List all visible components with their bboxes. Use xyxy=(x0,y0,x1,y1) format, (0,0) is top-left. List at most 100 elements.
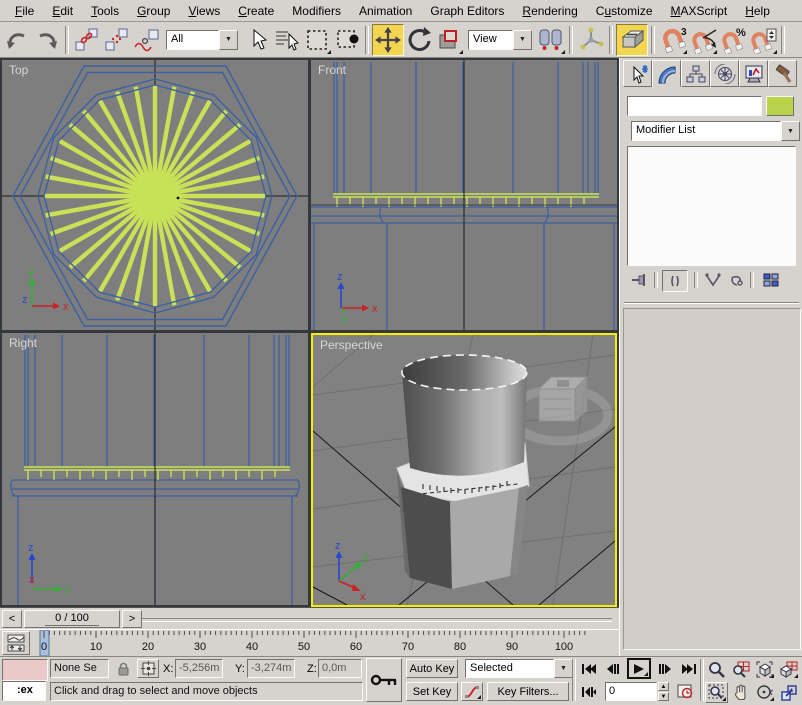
select-and-manipulate-button[interactable] xyxy=(576,25,606,55)
remove-modifier-button[interactable] xyxy=(726,270,748,290)
menu-group[interactable]: Group xyxy=(128,1,179,21)
use-pivot-center-button[interactable] xyxy=(536,25,566,55)
viewport-label-front[interactable]: Front xyxy=(318,63,346,77)
undo-button[interactable] xyxy=(2,25,32,55)
absolute-mode-transform-button[interactable] xyxy=(137,659,159,678)
menu-file[interactable]: File xyxy=(6,1,43,21)
snaps-toggle-3d-button[interactable]: 3 xyxy=(658,25,688,55)
key-filters-button[interactable]: Key Filters... xyxy=(487,682,569,701)
selection-set-dropdown[interactable]: Selected ▼ xyxy=(465,659,573,678)
time-next-frame-button[interactable]: > xyxy=(122,610,142,628)
bind-to-spacewarp-button[interactable] xyxy=(132,25,162,55)
show-end-result-button[interactable] xyxy=(662,270,688,292)
viewport-right[interactable]: z y x Right xyxy=(2,333,308,605)
selection-lock-toggle[interactable] xyxy=(113,659,133,678)
y-coord-field[interactable]: -3,274m xyxy=(247,659,295,678)
configure-modifier-sets-button[interactable] xyxy=(760,270,782,290)
selection-filter-arrow[interactable]: ▼ xyxy=(219,30,238,50)
tab-display[interactable] xyxy=(739,60,768,87)
spinner-up-icon[interactable]: ▲ xyxy=(658,682,669,691)
arc-rotate-button[interactable] xyxy=(753,682,776,703)
menu-rendering[interactable]: Rendering xyxy=(513,1,586,21)
zoom-extents-button[interactable] xyxy=(753,659,776,680)
menu-maxscript[interactable]: MAXScript xyxy=(662,1,737,21)
menu-edit[interactable]: Edit xyxy=(43,1,82,21)
pan-button[interactable] xyxy=(729,682,752,703)
menu-modifiers[interactable]: Modifiers xyxy=(283,1,350,21)
rectangular-selection-region-button[interactable] xyxy=(302,25,332,55)
keyboard-override-toggle-button[interactable] xyxy=(616,24,648,56)
menu-tools[interactable]: Tools xyxy=(82,1,128,21)
pin-stack-button[interactable] xyxy=(628,270,650,290)
menu-graph-editors[interactable]: Graph Editors xyxy=(421,1,513,21)
spinner-snap-toggle-button[interactable] xyxy=(748,25,778,55)
auto-key-button[interactable]: Auto Key xyxy=(406,659,458,678)
angle-snap-toggle-button[interactable] xyxy=(688,25,718,55)
macro-recorder-pane[interactable] xyxy=(2,659,48,681)
tab-motion[interactable] xyxy=(710,60,739,87)
default-tangent-button[interactable] xyxy=(461,682,483,701)
set-keys-button[interactable] xyxy=(366,658,402,702)
modifier-stack-list[interactable] xyxy=(627,146,796,266)
time-configuration-button[interactable] xyxy=(674,682,696,701)
reference-coord-dropdown[interactable]: View ▼ xyxy=(468,30,532,50)
play-animation-button[interactable] xyxy=(627,658,651,679)
tab-hierarchy[interactable] xyxy=(681,60,710,87)
spinner-down-icon[interactable]: ▼ xyxy=(658,692,669,701)
selection-filter-dropdown[interactable]: All ▼ xyxy=(166,30,238,50)
zoom-button[interactable] xyxy=(705,659,728,680)
maxscript-mini-listener[interactable]: :ex xyxy=(2,681,46,701)
time-slider-channel[interactable] xyxy=(140,618,612,622)
go-to-start-button[interactable] xyxy=(578,659,600,678)
zoom-extents-all-button[interactable] xyxy=(777,659,800,680)
tab-create[interactable] xyxy=(623,60,652,87)
tab-utilities[interactable] xyxy=(768,60,797,87)
key-mode-toggle-button[interactable] xyxy=(578,682,600,701)
set-key-button[interactable]: Set Key xyxy=(406,682,458,701)
menu-views[interactable]: Views xyxy=(179,1,229,21)
next-frame-button[interactable] xyxy=(654,659,676,678)
menu-help[interactable]: Help xyxy=(736,1,779,21)
region-zoom-button[interactable] xyxy=(705,682,728,703)
viewport-label-right[interactable]: Right xyxy=(9,336,37,350)
select-and-link-button[interactable] xyxy=(72,25,102,55)
menu-create[interactable]: Create xyxy=(229,1,283,21)
select-and-scale-button[interactable] xyxy=(434,25,464,55)
time-prev-frame-button[interactable]: < xyxy=(2,610,22,628)
modifier-list-arrow[interactable]: ▼ xyxy=(781,121,800,141)
cylinder-object[interactable] xyxy=(402,355,527,476)
previous-frame-button[interactable] xyxy=(602,659,624,678)
viewport-top[interactable]: y x z Top xyxy=(2,60,308,330)
menu-customize[interactable]: Customize xyxy=(587,1,662,21)
menu-animation[interactable]: Animation xyxy=(350,1,421,21)
reference-coord-arrow[interactable]: ▼ xyxy=(513,30,532,50)
time-slider-handle[interactable]: 0 / 100 xyxy=(24,610,120,628)
frame-spinner[interactable]: ▲ ▼ xyxy=(658,682,669,701)
min-max-toggle-button[interactable] xyxy=(777,682,800,703)
select-and-rotate-button[interactable] xyxy=(404,25,434,55)
viewport-front[interactable]: z x y Front xyxy=(311,60,617,330)
viewport-label-perspective[interactable]: Perspective xyxy=(320,338,383,352)
go-to-end-button[interactable] xyxy=(678,659,700,678)
viewport-label-top[interactable]: Top xyxy=(9,63,28,77)
current-frame-field[interactable]: 0 xyxy=(605,682,657,701)
viewport-perspective[interactable]: z y x Perspective xyxy=(311,333,617,607)
select-and-move-button[interactable] xyxy=(372,24,404,56)
window-crossing-toggle-button[interactable] xyxy=(332,25,362,55)
object-color-swatch[interactable] xyxy=(766,96,794,116)
track-bar-ruler[interactable]: 0102030405060708090100 xyxy=(32,630,618,656)
make-unique-button[interactable] xyxy=(702,270,724,290)
open-mini-curve-editor-button[interactable] xyxy=(2,631,30,655)
zoom-all-button[interactable] xyxy=(729,659,752,680)
unlink-selection-button[interactable] xyxy=(102,25,132,55)
rollout-area[interactable] xyxy=(623,308,801,650)
selection-set-arrow[interactable]: ▼ xyxy=(554,659,573,678)
tab-modify[interactable] xyxy=(652,60,681,87)
select-object-button[interactable] xyxy=(242,25,272,55)
select-by-name-button[interactable] xyxy=(272,25,302,55)
redo-button[interactable] xyxy=(32,25,62,55)
z-coord-field[interactable]: 0,0m xyxy=(318,659,362,678)
object-name-field[interactable] xyxy=(627,96,762,116)
percent-snap-toggle-button[interactable]: % xyxy=(718,25,748,55)
modifier-list-dropdown[interactable]: Modifier List ▼ xyxy=(631,121,800,141)
